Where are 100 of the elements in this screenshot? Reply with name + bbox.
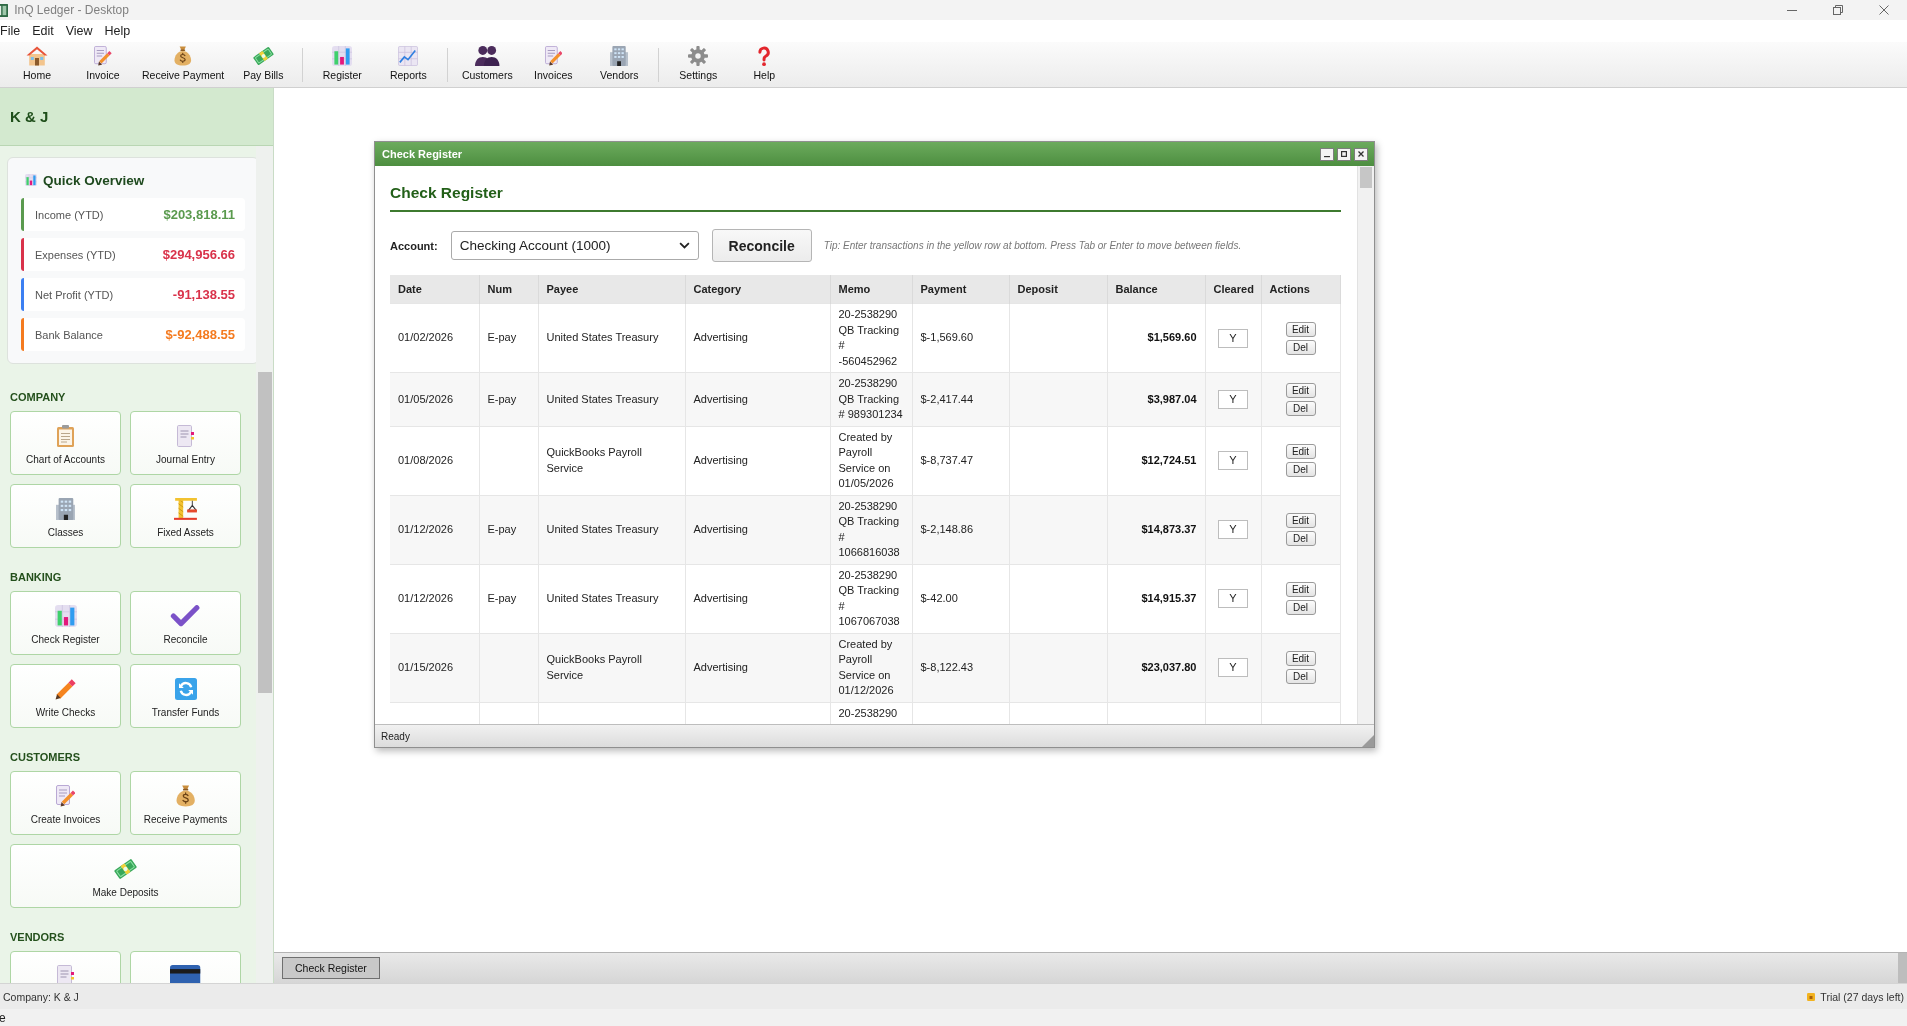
scrollbar-thumb[interactable]	[1898, 953, 1907, 983]
taskbar-button[interactable]: Check Register	[282, 957, 380, 979]
clipboard-icon	[57, 425, 74, 447]
shortcut-tile[interactable]: Chart of Accounts	[10, 411, 121, 475]
table-cell: E-pay	[479, 495, 538, 564]
column-header: Date	[390, 275, 479, 304]
table-cell: 01/15/2026	[390, 633, 479, 702]
menu-item[interactable]: Help	[98, 20, 137, 42]
table-cell: Advertising	[685, 372, 830, 426]
toolbar-button[interactable]: Home	[4, 42, 70, 87]
people-icon	[475, 45, 500, 66]
house-icon	[26, 45, 48, 66]
account-select[interactable]: Checking Account (1000)	[450, 231, 699, 260]
cleared-field[interactable]: Y	[1218, 389, 1248, 409]
shortcut-tile[interactable]: Create Invoices	[10, 771, 121, 835]
chevron-down-icon	[678, 242, 690, 249]
column-header: Payment	[912, 275, 1009, 304]
shortcut-tile[interactable]: Check Register	[10, 591, 121, 655]
row-action-button[interactable]: Edit	[1285, 651, 1316, 666]
table-cell: $-2,148.86	[912, 495, 1009, 564]
cleared-field[interactable]: Y	[1218, 328, 1248, 348]
shortcut-tile[interactable]: Fixed Assets	[130, 484, 241, 548]
document-pencil-icon	[544, 45, 562, 66]
menu-item[interactable]: Edit	[26, 20, 60, 42]
row-action-button[interactable]: Del	[1285, 669, 1316, 684]
metric-label: Expenses (YTD)	[35, 248, 116, 261]
toolbar-button[interactable]: Settings	[665, 42, 732, 87]
toolbar-button[interactable]: Reports	[375, 42, 442, 87]
document-pencil-icon	[94, 45, 112, 66]
toolbar-button[interactable]: Invoices	[520, 42, 587, 87]
minimize-icon	[1324, 156, 1330, 158]
table-cell: E-pay	[479, 372, 538, 426]
app-icon	[0, 3, 9, 17]
table-cell: United States Treasury	[538, 495, 685, 564]
toolbar-button[interactable]: Receive Payment	[136, 42, 231, 87]
toolbar-button[interactable]: Customers	[454, 42, 521, 87]
resize-grip-icon[interactable]	[1362, 735, 1374, 747]
table-cell: United States Treasury	[538, 372, 685, 426]
money-bag-icon	[175, 785, 196, 807]
minimize-button[interactable]	[1320, 147, 1334, 161]
pencil-icon	[54, 678, 77, 700]
row-action-button[interactable]: Del	[1285, 400, 1316, 416]
shortcut-tile[interactable]: Make Deposits	[10, 844, 241, 908]
row-action-button[interactable]: Del	[1285, 600, 1316, 615]
row-action-button[interactable]: Edit	[1285, 513, 1316, 528]
tip-text: Tip: Enter transactions in the yellow row at bottom. Press Tab or Enter to move between fields.	[823, 240, 1242, 251]
table-cell: $14,873.37	[1107, 495, 1205, 564]
toolbar-button[interactable]: Invoice	[70, 42, 136, 87]
close-button[interactable]	[1354, 147, 1368, 161]
scrollbar-thumb[interactable]	[1360, 167, 1372, 188]
toolbar-button[interactable]: Vendors	[586, 42, 653, 87]
shortcut-tile[interactable]: Classes	[10, 484, 121, 548]
shortcut-tile[interactable]: Journal Entry	[130, 411, 241, 475]
register-heading: Check Register	[390, 166, 1341, 212]
cleared-field[interactable]: Y	[1218, 520, 1248, 539]
shortcut-tile[interactable]: Reconcile	[130, 591, 241, 655]
cleared-field[interactable]: Y	[1218, 451, 1248, 470]
trial-icon	[1807, 992, 1816, 1001]
metric-value: $294,956.66	[162, 247, 235, 262]
toolbar-button[interactable]: Register	[309, 42, 376, 87]
row-action-button[interactable]: Del	[1285, 531, 1316, 546]
menu-item[interactable]: View	[59, 20, 99, 42]
row-action-button[interactable]: Del	[1285, 339, 1316, 355]
cleared-field[interactable]: Y	[1218, 658, 1248, 677]
section-heading: COMPANY	[10, 390, 67, 404]
reconcile-button[interactable]: Reconcile	[711, 229, 812, 262]
restore-icon	[1833, 5, 1843, 15]
refresh-icon	[174, 678, 197, 700]
row-action-button[interactable]: Edit	[1285, 321, 1316, 337]
row-action-button[interactable]: Edit	[1285, 382, 1316, 398]
table-cell: $3,987.04	[1107, 372, 1205, 426]
row-action-button[interactable]: Edit	[1285, 444, 1316, 459]
cleared-field[interactable]: Y	[1218, 589, 1248, 608]
scrollbar-thumb[interactable]	[258, 372, 272, 693]
company-name: K & J	[10, 108, 49, 125]
row-action-button[interactable]: Edit	[1285, 582, 1316, 597]
window-title: InQ Ledger - Desktop	[14, 3, 129, 17]
footer-text: e	[0, 1010, 6, 1025]
toolbar-button[interactable]: Help	[731, 42, 798, 87]
column-header: Memo	[830, 275, 912, 304]
table-cell: 01/05/2026	[390, 372, 479, 426]
menu-item[interactable]: File	[0, 20, 27, 42]
document-icon	[176, 425, 195, 447]
building-icon	[610, 45, 629, 66]
metric-label: Net Profit (YTD)	[35, 288, 114, 301]
table-cell: 01/12/2026	[390, 495, 479, 564]
shortcut-tile[interactable]: Write Checks	[10, 664, 121, 728]
shortcut-tile[interactable]: Transfer Funds	[130, 664, 241, 728]
row-action-button[interactable]: Del	[1285, 462, 1316, 477]
maximize-button[interactable]	[1337, 147, 1351, 161]
column-header: Category	[685, 275, 830, 304]
account-label: Account:	[390, 239, 438, 252]
metric-label: Income (YTD)	[35, 208, 104, 221]
bar-chart-icon	[332, 45, 353, 66]
shortcut-tile[interactable]: Receive Payments	[130, 771, 241, 835]
table-cell: 20-2538290 QB Tracking # 989301234	[830, 372, 912, 426]
section-heading: CUSTOMERS	[10, 750, 82, 764]
gear-icon	[688, 45, 709, 66]
table-cell: Advertising	[685, 633, 830, 702]
toolbar-button[interactable]: Pay Bills	[230, 42, 297, 87]
